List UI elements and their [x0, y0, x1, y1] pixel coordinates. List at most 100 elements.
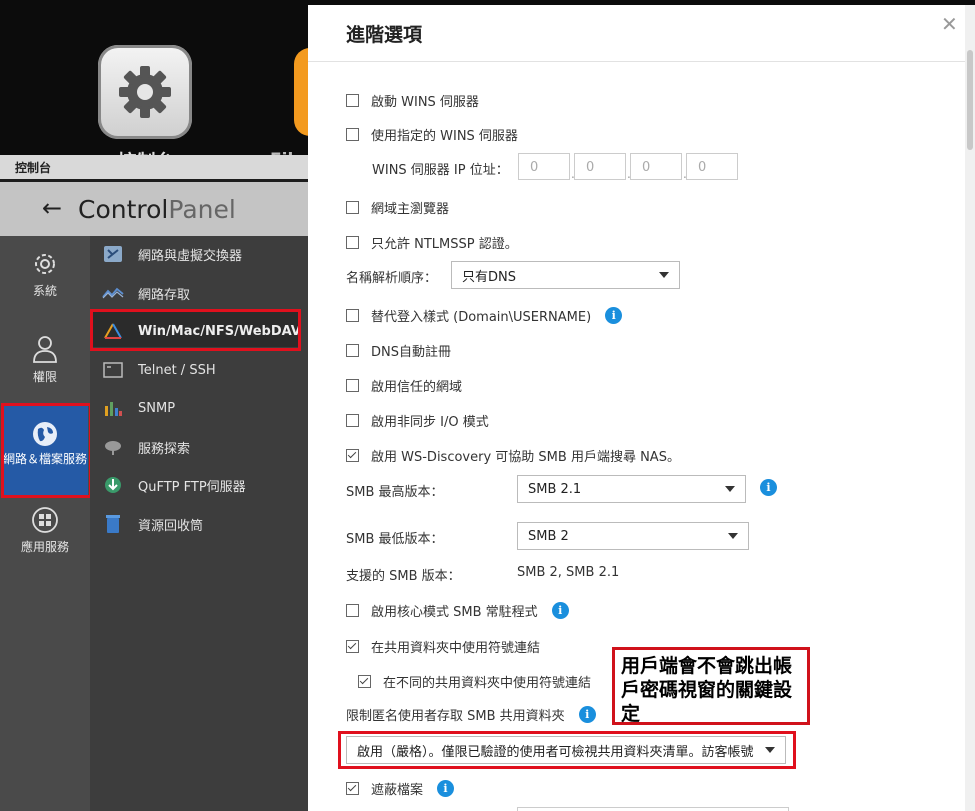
left-nav-label: 權限	[32, 370, 57, 384]
name-resolution-select[interactable]: 只有DNS	[451, 261, 680, 289]
partial-select[interactable]	[517, 807, 789, 811]
scrollbar-thumb[interactable]	[967, 50, 973, 150]
titlebar-title: 控制台	[15, 161, 52, 175]
anon-restrict-highlight-box	[338, 731, 796, 769]
kernel-mode-option[interactable]: 啟用核心模式 SMB 常駐程式 i	[346, 601, 569, 620]
smb-min-label: SMB 最低版本：	[346, 532, 444, 547]
smb-max-label: SMB 最高版本：	[346, 485, 444, 500]
domain-master-checkbox[interactable]	[346, 201, 359, 214]
ws-discovery-label: 啟用 WS-Discovery 可協助 SMB 用戶端搜尋 NAS。	[371, 450, 680, 465]
anon-restrict-row: 限制匿名使用者存取 SMB 共用資料夾 i	[346, 705, 596, 724]
ntlmssp-checkbox[interactable]	[346, 236, 359, 249]
gear-icon	[119, 66, 171, 118]
snmp-icon	[102, 398, 124, 418]
sub-nav-item-snmp[interactable]: SNMP	[102, 396, 175, 420]
wins-ip-octet-2[interactable]: 0	[574, 153, 626, 180]
wins-ip-label: WINS 伺服器 IP 位址：	[372, 163, 509, 178]
smb-max-select[interactable]: SMB 2.1	[517, 475, 746, 503]
sub-nav-item-ftp[interactable]: QuFTP FTP伺服器	[102, 473, 246, 497]
sub-nav-item-recycle-bin[interactable]: 資源回收筒	[102, 512, 203, 536]
trusted-domain-checkbox[interactable]	[346, 379, 359, 392]
control-panel-title: ControlPanel	[78, 195, 236, 224]
apps-grid-icon	[32, 507, 58, 533]
specific-wins-checkbox[interactable]	[346, 128, 359, 141]
trusted-domain-label: 啟用信任的網域	[371, 380, 463, 395]
ws-discovery-option[interactable]: 啟用 WS-Discovery 可協助 SMB 用戶端搜尋 NAS。	[346, 446, 680, 465]
info-icon[interactable]: i	[578, 706, 596, 723]
left-nav-item-system[interactable]: 系統	[0, 250, 90, 299]
chevron-down-icon	[725, 486, 735, 492]
info-icon[interactable]: i	[605, 307, 623, 324]
close-icon[interactable]: ✕	[941, 12, 958, 36]
info-icon[interactable]: i	[437, 780, 455, 797]
chevron-down-icon	[659, 272, 669, 278]
anon-restrict-label: 限制匿名使用者存取 SMB 共用資料夾	[346, 709, 565, 724]
left-nav-item-privilege[interactable]: 權限	[0, 334, 90, 385]
alt-login-label: 替代登入樣式 (Domain\USERNAME)	[371, 310, 592, 325]
sub-nav-label: Telnet / SSH	[138, 362, 216, 378]
sub-nav-item-network-access[interactable]: 網路存取	[102, 281, 190, 305]
sub-nav-item-telnet-ssh[interactable]: Telnet / SSH	[102, 358, 216, 382]
sub-nav-label: SNMP	[138, 400, 176, 416]
kernel-mode-label: 啟用核心模式 SMB 常駐程式	[371, 605, 538, 620]
kernel-mode-checkbox[interactable]	[346, 604, 359, 617]
dialog-title: 進階選項	[346, 24, 423, 46]
annotation-callout: 用戶端會不會跳出帳戶密碼視窗的關鍵設定	[612, 647, 810, 725]
ntlmssp-label: 只允許 NTLMSSP 認證。	[371, 237, 518, 252]
ntlmssp-option[interactable]: 只允許 NTLMSSP 認證。	[346, 233, 518, 252]
dns-register-checkbox[interactable]	[346, 344, 359, 357]
dns-register-label: DNS自動註冊	[371, 345, 451, 360]
back-arrow-icon[interactable]: ←	[42, 194, 62, 222]
wins-ip-octet-3[interactable]: 0	[630, 153, 682, 180]
wins-ip-octet-4[interactable]: 0	[686, 153, 738, 180]
async-io-option[interactable]: 啟用非同步 I/O 模式	[346, 411, 489, 430]
smb-min-value: SMB 2	[528, 528, 569, 544]
symlinks-option[interactable]: 在共用資料夾中使用符號連結	[346, 637, 540, 656]
smb-max-value: SMB 2.1	[528, 481, 582, 497]
nav-highlight-box	[1, 403, 92, 498]
sub-nav-label: QuFTP FTP伺服器	[138, 479, 246, 495]
veto-files-checkbox[interactable]	[346, 782, 359, 795]
left-nav-item-applications[interactable]: 應用服務	[0, 506, 90, 555]
alt-login-option[interactable]: 替代登入樣式 (Domain\USERNAME) i	[346, 306, 623, 325]
specific-wins-label: 使用指定的 WINS 伺服器	[371, 129, 518, 144]
symlinks-label: 在共用資料夾中使用符號連結	[371, 641, 541, 656]
dns-register-option[interactable]: DNS自動註冊	[346, 341, 451, 360]
name-resolution-label: 名稱解析順序：	[346, 271, 438, 286]
network-switch-icon	[102, 244, 124, 264]
smb-supported-value: SMB 2, SMB 2.1	[517, 565, 620, 580]
ftp-icon	[102, 475, 124, 495]
info-icon[interactable]: i	[551, 602, 569, 619]
control-panel-app-icon[interactable]	[98, 45, 192, 139]
trusted-domain-option[interactable]: 啟用信任的網域	[346, 376, 462, 395]
smb-max-info[interactable]: i	[746, 479, 777, 496]
network-access-icon	[102, 283, 124, 303]
wins-server-option[interactable]: 啟動 WINS 伺服器	[346, 91, 479, 110]
specific-wins-option[interactable]: 使用指定的 WINS 伺服器	[346, 125, 518, 144]
async-io-checkbox[interactable]	[346, 414, 359, 427]
wide-links-checkbox[interactable]	[358, 675, 371, 688]
sub-nav-label: 服務探索	[138, 441, 191, 457]
wins-ip-octet-1[interactable]: 0	[518, 153, 570, 180]
sub-nav-highlight-box	[90, 309, 301, 351]
smb-min-select[interactable]: SMB 2	[517, 522, 749, 550]
alt-login-checkbox[interactable]	[346, 309, 359, 322]
domain-master-label: 網域主瀏覽器	[371, 202, 450, 217]
veto-files-option[interactable]: 遮蔽檔案 i	[346, 779, 455, 798]
async-io-label: 啟用非同步 I/O 模式	[371, 415, 489, 430]
symlinks-checkbox[interactable]	[346, 640, 359, 653]
chevron-down-icon	[728, 533, 738, 539]
sub-nav-item-network-switch[interactable]: 網路與虛擬交換器	[102, 242, 242, 266]
wins-server-label: 啟動 WINS 伺服器	[371, 95, 479, 110]
left-nav-label: 應用服務	[20, 540, 69, 554]
wide-links-label: 在不同的共用資料夾中使用符號連結	[383, 676, 592, 691]
info-icon[interactable]: i	[760, 479, 777, 496]
ws-discovery-checkbox[interactable]	[346, 449, 359, 462]
sub-nav-label: 資源回收筒	[138, 518, 204, 534]
left-nav-label: 系統	[32, 284, 57, 298]
terminal-icon	[102, 360, 124, 380]
sub-nav-item-service-discovery[interactable]: 服務探索	[102, 435, 190, 459]
domain-master-option[interactable]: 網域主瀏覽器	[346, 198, 449, 217]
wide-links-option[interactable]: 在不同的共用資料夾中使用符號連結	[358, 672, 591, 691]
wins-server-checkbox[interactable]	[346, 94, 359, 107]
